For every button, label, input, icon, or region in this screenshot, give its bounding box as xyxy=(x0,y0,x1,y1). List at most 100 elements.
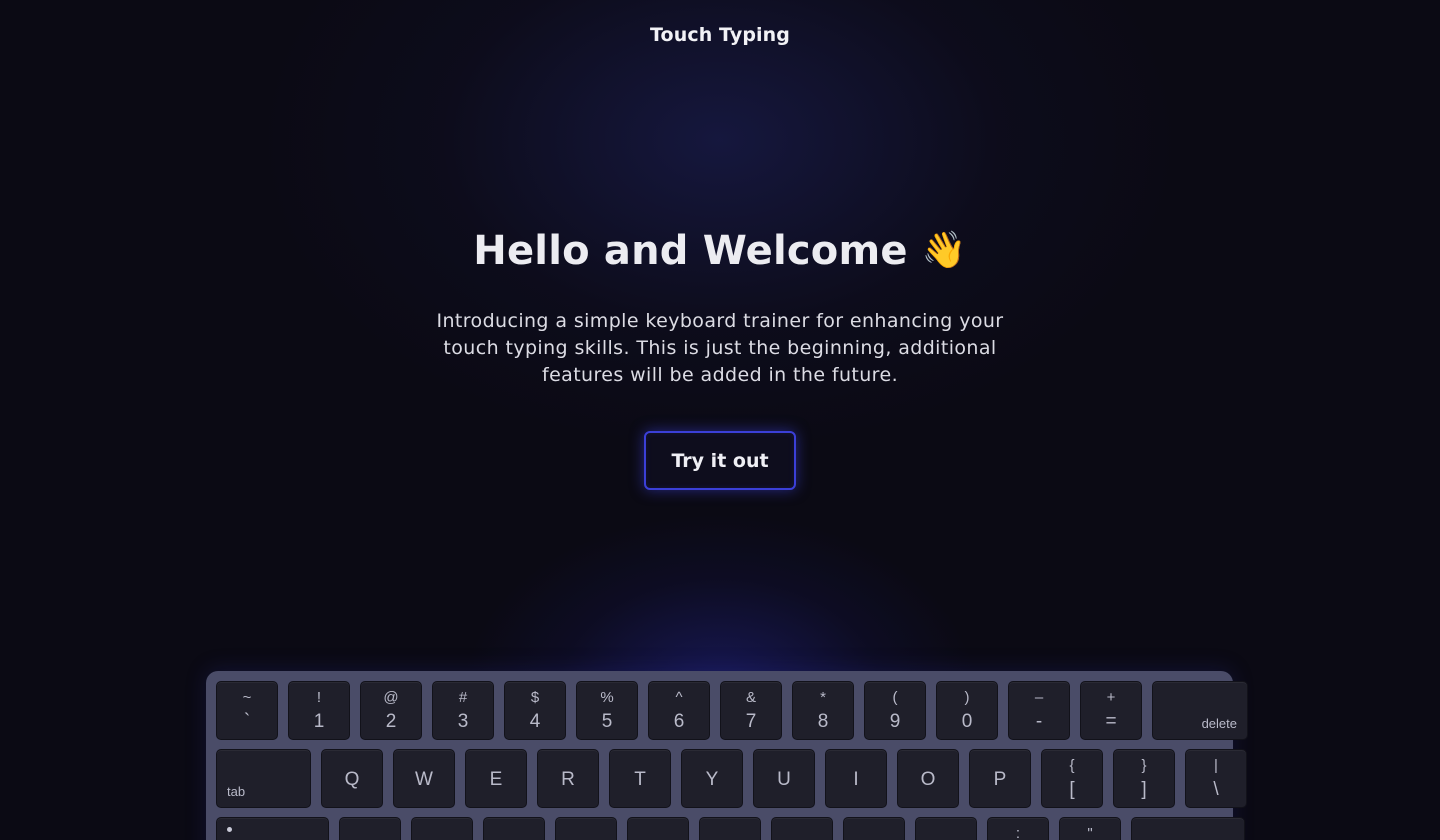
key-shift-label: ! xyxy=(316,689,322,706)
key-letter-label: O xyxy=(920,769,936,790)
key-base-label: 9 xyxy=(889,711,901,732)
key-letter-label: E xyxy=(489,769,503,790)
key-letter-label: W xyxy=(415,769,433,790)
key-base-label: ` xyxy=(243,711,251,732)
key-letter-label: T xyxy=(634,769,646,790)
key-l[interactable] xyxy=(915,817,977,840)
key-0[interactable]: ) 0 xyxy=(936,681,998,740)
brand-title: Touch Typing xyxy=(650,24,790,46)
key-base-label: 5 xyxy=(601,711,613,732)
key-delete[interactable]: delete xyxy=(1152,681,1248,740)
key-shift-label: & xyxy=(745,689,756,706)
key-shift-label: " xyxy=(1087,825,1093,840)
key-shift-label: – xyxy=(1034,689,1044,706)
key-base-label: 7 xyxy=(745,711,757,732)
key-base-label: 4 xyxy=(529,711,541,732)
key-letter-label: Q xyxy=(344,769,360,790)
key-letter-label: I xyxy=(853,769,859,790)
key-tab[interactable]: tab xyxy=(216,749,311,808)
keyboard-row-numbers: ~ ` ! 1 @2 #3 $4 % 5 ^ 6 & 7 * 8 (9 ) 0 – - + = d… xyxy=(216,681,1248,740)
key-base-label: \ xyxy=(1213,779,1219,800)
key-shift-label: # xyxy=(458,689,468,706)
caps-lock-indicator-icon xyxy=(227,827,232,832)
key-h[interactable] xyxy=(699,817,761,840)
key-shift-label: ) xyxy=(964,689,970,706)
key-delete-label: delete xyxy=(1201,716,1237,731)
key-y[interactable]: Y xyxy=(681,749,743,808)
key-return[interactable] xyxy=(1131,817,1245,840)
key-shift-label: ~ xyxy=(242,689,252,706)
key-i[interactable]: I xyxy=(825,749,887,808)
key-caps-lock[interactable] xyxy=(216,817,329,840)
hero-title-text: Hello and Welcome xyxy=(473,228,908,274)
key-shift-label: { xyxy=(1069,757,1075,774)
key-shift-label: | xyxy=(1214,757,1218,774)
key-shift-label: ^ xyxy=(675,689,683,706)
key-5[interactable]: % 5 xyxy=(576,681,638,740)
key-shift-label: * xyxy=(820,689,826,706)
key-shift-label: $ xyxy=(530,689,540,706)
key-8[interactable]: * 8 xyxy=(792,681,854,740)
key-a[interactable] xyxy=(339,817,401,840)
key-equals[interactable]: + = xyxy=(1080,681,1142,740)
key-q[interactable]: Q xyxy=(321,749,383,808)
key-base-label: 2 xyxy=(385,711,397,732)
key-right-bracket[interactable]: }] xyxy=(1113,749,1175,808)
key-base-label: 0 xyxy=(961,711,973,732)
key-tab-label: tab xyxy=(227,784,246,799)
key-g[interactable] xyxy=(627,817,689,840)
keyboard-row-home: :; "' xyxy=(216,817,1245,840)
hero-description: Introducing a simple keyboard trainer fo… xyxy=(436,310,1004,386)
key-d[interactable] xyxy=(483,817,545,840)
key-shift-label: ( xyxy=(892,689,898,706)
key-base-label: 6 xyxy=(673,711,685,732)
key-letter-label: R xyxy=(561,769,575,790)
key-f[interactable] xyxy=(555,817,617,840)
key-o[interactable]: O xyxy=(897,749,959,808)
key-shift-label: } xyxy=(1141,757,1147,774)
key-3[interactable]: #3 xyxy=(432,681,494,740)
hero-title: Hello and Welcome 👋 xyxy=(473,228,966,274)
key-4[interactable]: $4 xyxy=(504,681,566,740)
key-backslash[interactable]: | \ xyxy=(1185,749,1247,808)
key-shift-label: % xyxy=(600,689,614,706)
key-backtick[interactable]: ~ ` xyxy=(216,681,278,740)
key-r[interactable]: R xyxy=(537,749,599,808)
key-base-label: ] xyxy=(1141,779,1147,800)
key-e[interactable]: E xyxy=(465,749,527,808)
key-k[interactable] xyxy=(843,817,905,840)
key-letter-label: P xyxy=(993,769,1007,790)
key-base-label: = xyxy=(1105,711,1117,732)
try-it-out-button[interactable]: Try it out xyxy=(644,431,796,490)
key-letter-label: U xyxy=(777,769,791,790)
key-2[interactable]: @2 xyxy=(360,681,422,740)
key-1[interactable]: ! 1 xyxy=(288,681,350,740)
key-shift-label: : xyxy=(1015,825,1021,840)
key-t[interactable]: T xyxy=(609,749,671,808)
key-7[interactable]: & 7 xyxy=(720,681,782,740)
key-base-label: 8 xyxy=(817,711,829,732)
top-bar: Touch Typing xyxy=(0,24,1440,46)
waving-hand-icon: 👋 xyxy=(921,230,967,271)
keyboard: ~ ` ! 1 @2 #3 $4 % 5 ^ 6 & 7 * 8 (9 ) 0 – - + = d… xyxy=(206,671,1248,840)
key-base-label: 3 xyxy=(457,711,469,732)
key-left-bracket[interactable]: {[ xyxy=(1041,749,1103,808)
key-w[interactable]: W xyxy=(393,749,455,808)
key-shift-label: + xyxy=(1106,689,1116,706)
key-letter-label: Y xyxy=(705,769,719,790)
key-s[interactable] xyxy=(411,817,473,840)
key-p[interactable]: P xyxy=(969,749,1031,808)
key-6[interactable]: ^ 6 xyxy=(648,681,710,740)
key-semicolon[interactable]: :; xyxy=(987,817,1049,840)
key-j[interactable] xyxy=(771,817,833,840)
key-base-label: 1 xyxy=(313,711,325,732)
key-base-label: [ xyxy=(1069,779,1075,800)
key-base-label: - xyxy=(1035,711,1043,732)
keyboard-row-top-letters: tab Q W E R T Y U I O P {[ }] | \ xyxy=(216,749,1247,808)
key-9[interactable]: (9 xyxy=(864,681,926,740)
key-minus[interactable]: – - xyxy=(1008,681,1070,740)
key-u[interactable]: U xyxy=(753,749,815,808)
key-shift-label: @ xyxy=(383,689,399,706)
key-quote[interactable]: "' xyxy=(1059,817,1121,840)
hero-section: Hello and Welcome 👋 Introducing a simple… xyxy=(0,228,1440,490)
